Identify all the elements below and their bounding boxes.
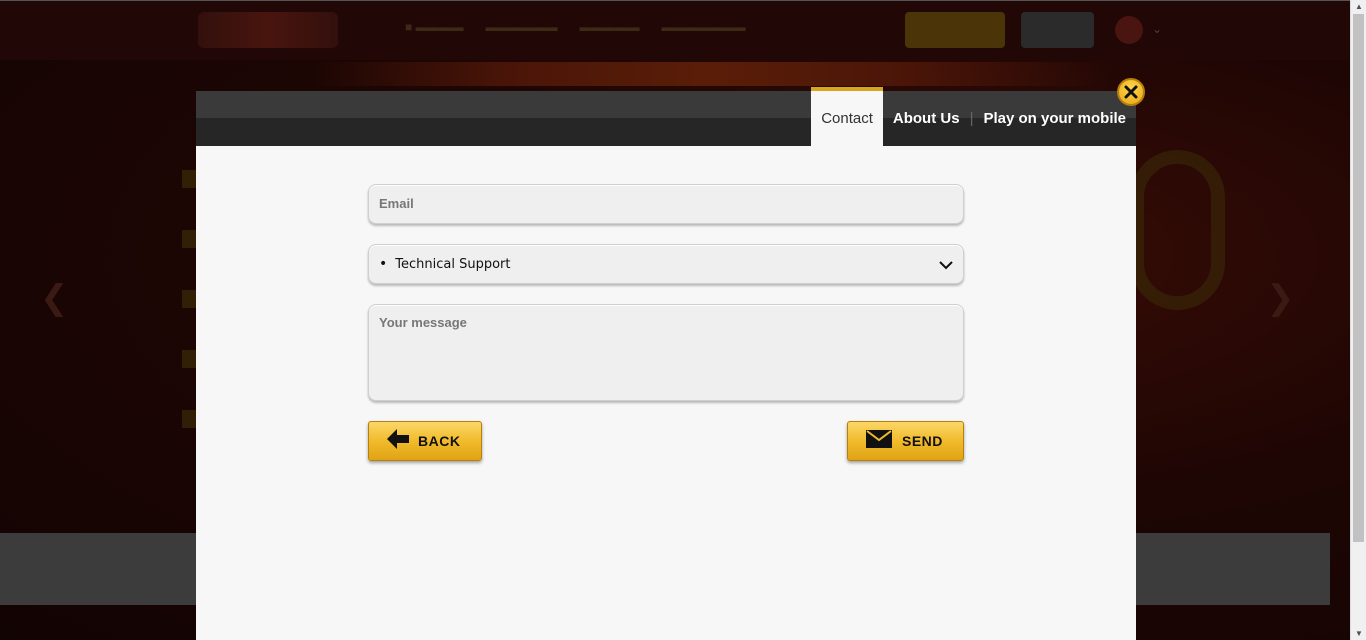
contact-modal: Contact About Us | Play on your mobile •… xyxy=(196,87,1136,640)
carousel-prev-icon: ❮ xyxy=(40,279,69,317)
carousel-next-icon: ❯ xyxy=(1266,279,1295,317)
nav-item: ■ ▬▬▬▬ xyxy=(405,20,464,34)
hero-graphic xyxy=(1130,150,1225,310)
tab-about-us[interactable]: About Us xyxy=(883,87,970,146)
send-button-label: SEND xyxy=(902,433,943,449)
topic-bullet: • xyxy=(379,256,388,272)
topic-select[interactable]: • Technical Support xyxy=(368,244,964,284)
envelope-icon xyxy=(866,429,902,453)
site-logo xyxy=(198,12,338,48)
close-button[interactable] xyxy=(1117,78,1145,106)
arrow-left-icon xyxy=(387,428,418,454)
modal-header: Contact About Us | Play on your mobile xyxy=(196,87,1136,154)
send-button[interactable]: SEND xyxy=(847,421,964,461)
scroll-up-icon[interactable]: ▲ xyxy=(1355,2,1363,11)
back-button-label: BACK xyxy=(418,433,461,449)
tab-contact[interactable]: Contact xyxy=(811,87,883,154)
nav-item: ▬▬▬▬▬ xyxy=(579,20,640,34)
nav-item: ▬▬▬▬▬▬ xyxy=(485,20,558,34)
email-field[interactable] xyxy=(368,184,964,224)
hero-graphic-left xyxy=(182,170,196,430)
language-flag-icon xyxy=(1115,16,1143,44)
scroll-down-icon[interactable]: ▼ xyxy=(1355,629,1363,638)
login-button xyxy=(1021,12,1094,48)
nav-item: ▬▬▬▬▬▬▬ xyxy=(661,20,746,34)
chevron-down-icon: ⌄ xyxy=(1152,22,1163,36)
site-nav: ■ ▬▬▬▬ ▬▬▬▬▬▬ ▬▬▬▬▬ ▬▬▬▬▬▬▬ xyxy=(405,20,746,34)
promo-banner xyxy=(310,62,1110,86)
modal-tabs: Contact About Us | Play on your mobile xyxy=(811,87,1136,154)
page-scrollbar[interactable]: ▲ ▼ xyxy=(1350,0,1366,640)
back-button[interactable]: BACK xyxy=(368,421,482,461)
join-button xyxy=(905,12,1005,48)
tab-play-on-mobile[interactable]: Play on your mobile xyxy=(973,87,1136,146)
scroll-thumb[interactable] xyxy=(1353,14,1364,542)
close-icon xyxy=(1124,85,1138,99)
chevron-down-icon xyxy=(939,257,953,276)
topic-selected-value: Technical Support xyxy=(395,256,511,272)
message-field[interactable] xyxy=(368,304,964,401)
